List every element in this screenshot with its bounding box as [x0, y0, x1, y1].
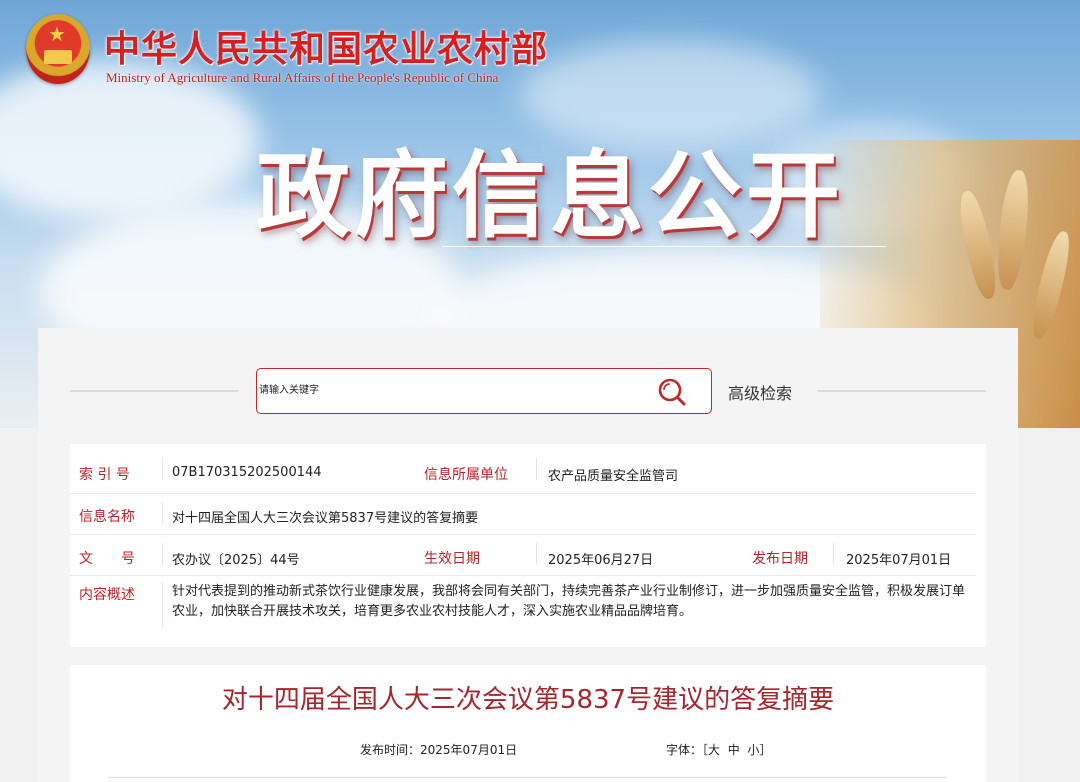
font-size-switcher: 字体：［大 中 小］: [666, 741, 771, 758]
divider-left: [70, 390, 238, 392]
name-value: 对十四届全国人大三次会议第5837号建议的答复摘要: [172, 511, 479, 526]
search-row: 高级检索: [38, 368, 1018, 414]
column-divider: [833, 543, 834, 565]
advanced-search-link[interactable]: 高级检索: [728, 380, 792, 404]
name-label: 信息名称: [79, 509, 135, 525]
publish-time-value: 2025年07月01日: [420, 743, 518, 757]
info-row-index: 索 引 号 07B170315202500144 信息所属单位 农产品质量安全监…: [70, 444, 986, 494]
ministry-name-cn[interactable]: 中华人民共和国农业农村部: [104, 20, 548, 72]
search-icon[interactable]: [657, 377, 687, 407]
unit-value: 农产品质量安全监管司: [548, 469, 679, 484]
article-divider: [108, 777, 946, 778]
publish-time-label: 发布时间：: [360, 743, 421, 757]
doc-number-label: 文 号: [79, 551, 135, 567]
publish-date-value: 2025年07月01日: [846, 553, 952, 568]
font-bracket-close: ］: [759, 743, 772, 757]
info-row-doc: 文 号 农办议〔2025〕44号 生效日期 2025年06月27日 发布日期 2…: [70, 535, 986, 576]
article-card: 对十四届全国人大三次会议第5837号建议的答复摘要 发布时间：2025年07月0…: [70, 665, 986, 782]
font-medium-button[interactable]: 中: [728, 743, 740, 757]
font-size-label: 字体：: [666, 743, 703, 757]
column-divider: [162, 543, 163, 565]
column-divider: [162, 458, 163, 480]
national-emblem-logo[interactable]: ★: [26, 14, 90, 84]
info-row-summary: 内容概述 针对代表提到的推动新式茶饮行业健康发展，我部将会同有关部门，持续完善茶…: [70, 576, 986, 647]
doc-number-value: 农办议〔2025〕44号: [172, 553, 300, 568]
section-title: 政府信息公开: [256, 142, 845, 251]
publish-time: 发布时间：2025年07月01日: [360, 741, 517, 758]
article-title: 对十四届全国人大三次会议第5837号建议的答复摘要: [221, 685, 835, 715]
column-divider: [162, 582, 163, 628]
main-panel: 高级检索 索 引 号 07B170315202500144 信息所属单位 农产品…: [38, 328, 1018, 782]
effective-date-value: 2025年06月27日: [548, 553, 654, 568]
title-underline: [442, 246, 886, 247]
column-divider: [536, 458, 537, 480]
index-value: 07B170315202500144: [172, 465, 322, 480]
star-icon: ★: [48, 22, 66, 46]
publish-date-label: 发布日期: [752, 551, 808, 567]
ministry-name-en[interactable]: Ministry of Agriculture and Rural Affair…: [106, 70, 498, 86]
unit-label: 信息所属单位: [424, 467, 508, 483]
summary-label: 内容概述: [79, 587, 135, 603]
column-divider: [162, 502, 163, 524]
info-row-name: 信息名称 对十四届全国人大三次会议第5837号建议的答复摘要: [70, 494, 986, 535]
column-divider: [536, 543, 537, 565]
divider-right: [818, 390, 986, 392]
summary-value: 针对代表提到的推动新式茶饮行业健康发展，我部将会同有关部门，持续完善茶产业行业制…: [172, 584, 966, 619]
tiananmen-gate-icon: [44, 50, 72, 64]
index-label: 索 引 号: [79, 467, 130, 483]
font-large-button[interactable]: 大: [708, 743, 720, 757]
font-small-button[interactable]: 小: [747, 743, 759, 757]
info-table: 索 引 号 07B170315202500144 信息所属单位 农产品质量安全监…: [70, 444, 986, 647]
search-box: [256, 368, 712, 414]
search-input[interactable]: [259, 379, 639, 401]
effective-date-label: 生效日期: [424, 551, 480, 567]
